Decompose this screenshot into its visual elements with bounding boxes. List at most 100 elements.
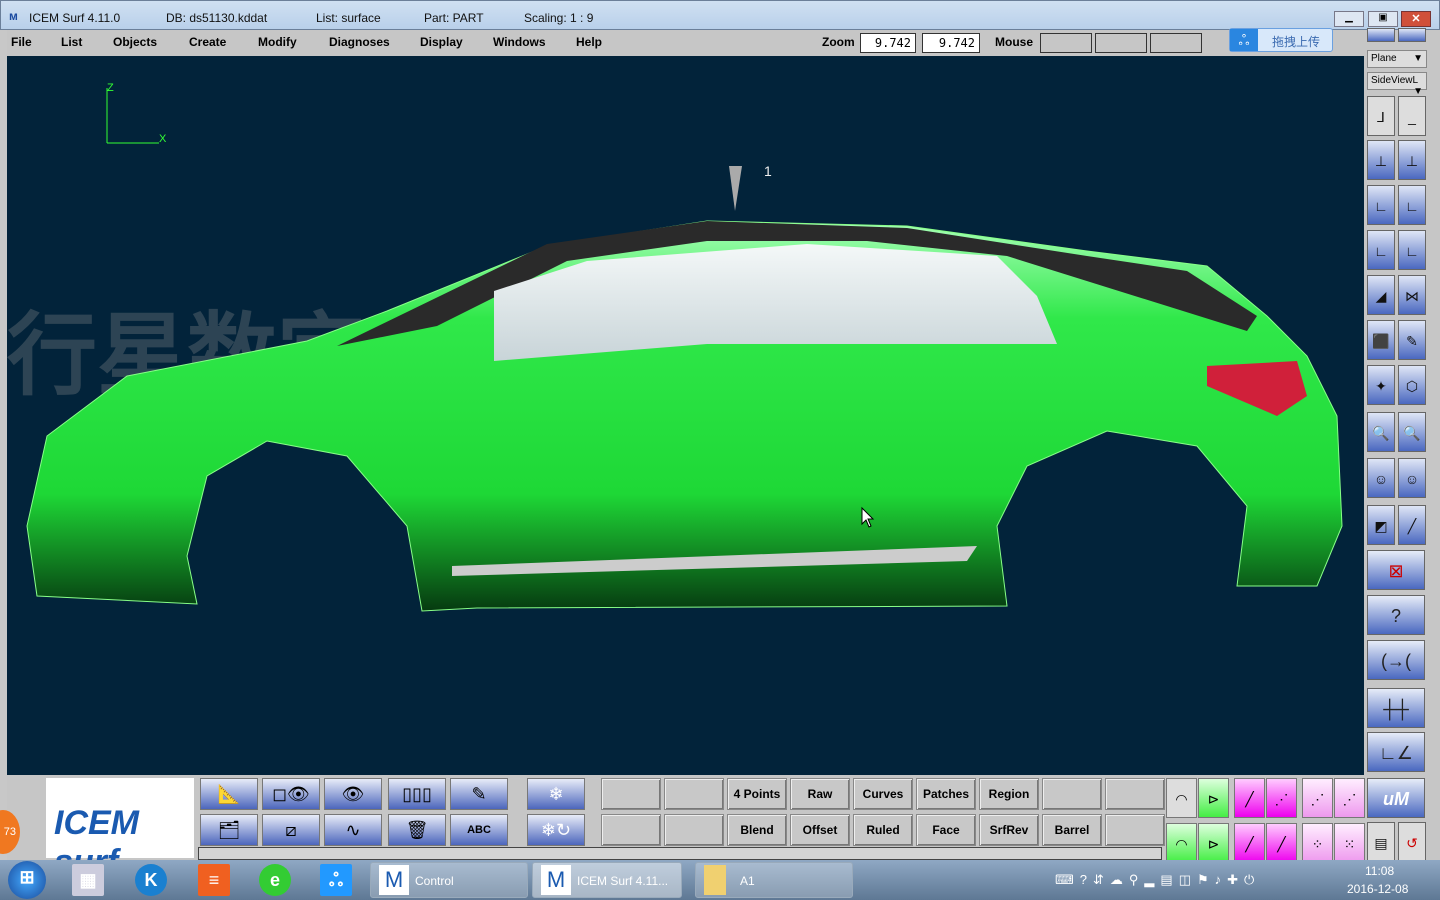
point-cloud-2-icon[interactable]: ⁙ (1334, 823, 1365, 863)
four-points-button[interactable]: 4 Points (727, 778, 787, 810)
point-cloud-icon[interactable]: ⁘ (1302, 823, 1333, 863)
patches-button[interactable]: Patches (916, 778, 976, 810)
query-icon[interactable]: ? (1367, 595, 1425, 635)
zoom-field-1[interactable]: 9.742 (860, 33, 916, 53)
clock-date[interactable]: 2016-12-08 (1347, 882, 1408, 896)
empty-button[interactable] (1105, 814, 1165, 846)
curve-icon[interactable]: ╱ (1234, 823, 1265, 863)
freeze-icon[interactable]: ❄ (527, 778, 585, 810)
eye-icon[interactable]: 👁 (324, 778, 382, 810)
move-objects-icon[interactable]: ▯▯▯ (388, 778, 446, 810)
view-front-icon[interactable]: ∟ (1367, 185, 1395, 225)
empty-button[interactable] (1042, 778, 1102, 810)
raw-button[interactable]: Raw (790, 778, 850, 810)
shade-icon[interactable]: ⬛ (1367, 320, 1395, 360)
menu-list[interactable]: List (61, 35, 82, 49)
section-plane-icon[interactable]: ⧄ (262, 814, 320, 846)
view-rear-icon[interactable]: ∟ (1398, 230, 1426, 270)
menu-objects[interactable]: Objects (113, 35, 157, 49)
empty-button[interactable] (664, 814, 724, 846)
close-button[interactable]: ✕ (1401, 11, 1431, 27)
3d-viewport[interactable]: 行星数字工业 Z X 1 (7, 56, 1364, 775)
menu-modify[interactable]: Modify (258, 35, 297, 49)
curves-button[interactable]: Curves (853, 778, 913, 810)
browser-icon[interactable]: e (259, 864, 291, 896)
iso-view-icon[interactable]: ◢ (1367, 275, 1395, 315)
unfreeze-icon[interactable]: ❄↻ (527, 814, 585, 846)
view-select[interactable]: SideViewL ▼ (1367, 72, 1427, 97)
task-a1[interactable]: A1 (695, 862, 853, 898)
fit-all-icon[interactable]: ⊠ (1367, 550, 1425, 590)
fan-surface-2-icon[interactable]: ⊳ (1198, 823, 1229, 863)
axes-icon[interactable]: ∟∠ (1367, 732, 1425, 772)
points-line-icon[interactable]: ⋰ (1302, 778, 1333, 818)
app-orange-icon[interactable]: ≡ (198, 864, 230, 896)
fit-icon[interactable]: ⬡ (1398, 365, 1426, 405)
k-app-icon[interactable]: K (135, 864, 167, 896)
curve-dashed-icon[interactable]: ╱ (1234, 778, 1265, 818)
axis-plane-icon[interactable]: 📐 (200, 778, 258, 810)
undo-redo-icon[interactable]: ↺ (1398, 822, 1426, 862)
barrel-button[interactable]: Barrel (1042, 814, 1102, 846)
empty-button[interactable] (664, 778, 724, 810)
menu-diagnoses[interactable]: Diagnoses (329, 35, 390, 49)
folders-icon[interactable]: 🗂 (200, 814, 258, 846)
grid-icon[interactable]: ┼┼ (1367, 688, 1425, 728)
offset-button[interactable]: Offset (790, 814, 850, 846)
menu-help[interactable]: Help (576, 35, 602, 49)
view-side-icon[interactable]: ∟ (1367, 230, 1395, 270)
rotate-icon[interactable]: ✦ (1367, 365, 1395, 405)
zoom-field-2[interactable]: 9.742 (922, 33, 980, 53)
plane-select[interactable]: Plane ▼ (1367, 50, 1427, 68)
upload-button[interactable]: ஃ 拖拽上传 (1229, 28, 1333, 52)
view-button-a[interactable] (1367, 28, 1395, 42)
smiley-wide-icon[interactable]: ☺ (1398, 458, 1426, 498)
points-line-2-icon[interactable]: ⋰ (1334, 778, 1365, 818)
face-button[interactable]: Face (916, 814, 976, 846)
empty-button[interactable] (1105, 778, 1165, 810)
menu-create[interactable]: Create (189, 35, 226, 49)
menu-display[interactable]: Display (420, 35, 463, 49)
perspective-icon[interactable]: ⋈ (1398, 275, 1426, 315)
maximize-button[interactable]: ▣ (1368, 11, 1398, 27)
zoom-in-icon[interactable]: 🔍 (1398, 412, 1426, 452)
calculator-icon[interactable]: ▦ (72, 864, 104, 896)
blend-button[interactable]: Blend (727, 814, 787, 846)
empty-button[interactable] (601, 814, 661, 846)
view-top-icon[interactable]: ∟ (1398, 185, 1426, 225)
trash-icon[interactable]: 🗑 (388, 814, 446, 846)
system-tray-icons[interactable]: ⌨?⇵☁⚲▂▤◫⚑♪✚⏻ (1055, 872, 1260, 888)
curve-dashed-2-icon[interactable]: ⋰ (1266, 778, 1297, 818)
menu-windows[interactable]: Windows (493, 35, 546, 49)
view-yz-icon[interactable]: ⊥ (1367, 140, 1395, 180)
pan-icon[interactable]: ╱ (1398, 505, 1426, 545)
menu-file[interactable]: File (11, 35, 32, 49)
view-xy-icon[interactable]: ⊥ (1398, 140, 1426, 180)
view-zx-icon[interactable]: ⅃ (1367, 96, 1395, 136)
view-button-b[interactable] (1398, 28, 1426, 42)
task-control[interactable]: M Control (370, 862, 528, 898)
um-logo-button[interactable]: uM (1367, 778, 1425, 818)
label-abc-icon[interactable]: ABC (450, 814, 508, 846)
start-button[interactable]: ⊞ (8, 861, 46, 899)
window-zoom-icon[interactable]: ◩ (1367, 505, 1395, 545)
srfrev-button[interactable]: SrfRev (979, 814, 1039, 846)
patch-surface-green-icon[interactable]: ◠ (1166, 823, 1197, 863)
empty-button[interactable] (601, 778, 661, 810)
region-button[interactable]: Region (979, 778, 1039, 810)
view-eye-box-icon[interactable]: ◻👁 (262, 778, 320, 810)
baidu-cloud-icon[interactable]: ஃ (320, 864, 352, 896)
view-x-icon[interactable]: _ (1398, 96, 1426, 136)
curve-2-icon[interactable]: ╱ (1266, 823, 1297, 863)
minimize-button[interactable]: ▁ (1334, 11, 1364, 27)
task-icem-surf[interactable]: M ICEM Surf 4.11... (532, 862, 682, 898)
zoom-out-icon[interactable]: 🔍 (1367, 412, 1395, 452)
fan-surface-icon[interactable]: ⊳ (1198, 778, 1229, 818)
sheet-icon[interactable]: ▤ (1367, 822, 1395, 862)
pencil-folder-icon[interactable]: ✎ (450, 778, 508, 810)
light-icon[interactable]: ✎ (1398, 320, 1426, 360)
patch-surface-icon[interactable]: ◠ (1166, 778, 1197, 818)
smiley-icon[interactable]: ☺ (1367, 458, 1395, 498)
ruled-button[interactable]: Ruled (853, 814, 913, 846)
curve-probe-icon[interactable]: ∿ (324, 814, 382, 846)
